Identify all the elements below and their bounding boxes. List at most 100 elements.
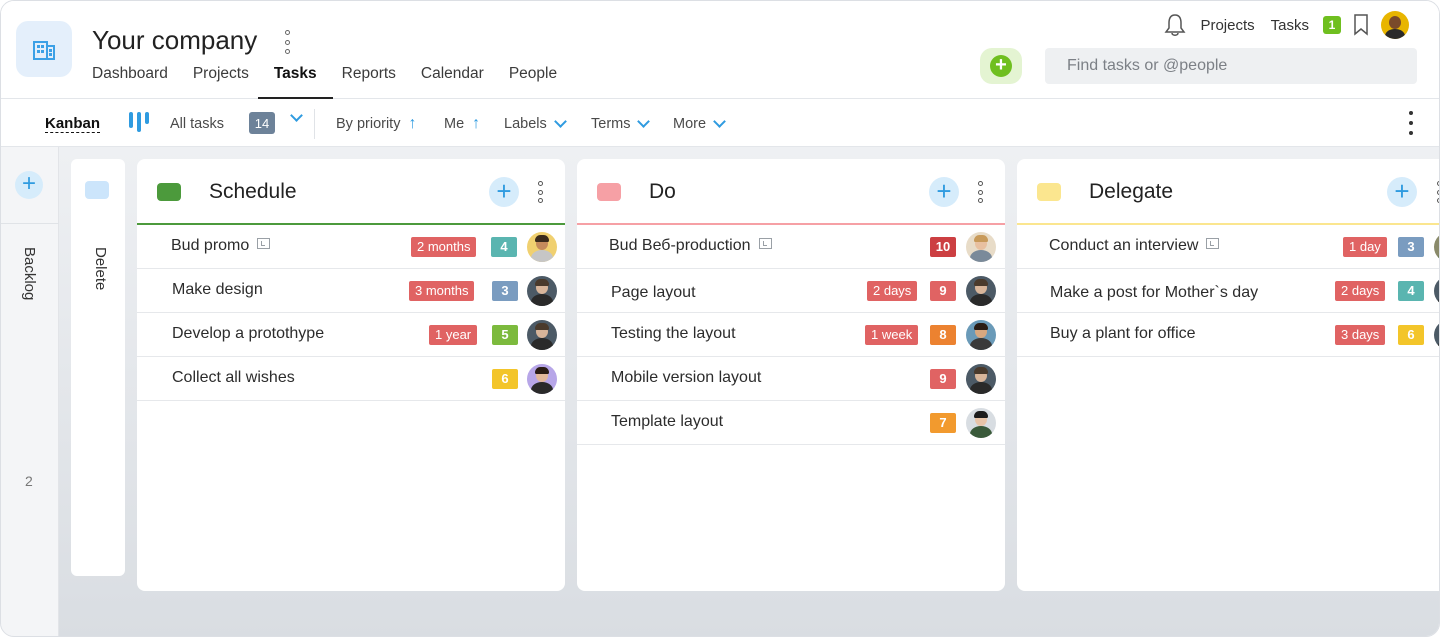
chevron-down-icon <box>290 109 303 122</box>
task-name: Template layout <box>611 413 724 430</box>
tasks-count-badge: 1 <box>1323 16 1341 34</box>
priority-badge: 7 <box>930 413 956 433</box>
avatar[interactable] <box>966 364 996 394</box>
task-row[interactable]: Bud Веб-production 10 <box>577 225 1005 269</box>
term-badge: 1 week <box>865 325 919 345</box>
avatar[interactable] <box>1434 232 1439 262</box>
nav-people[interactable]: People <box>509 63 557 99</box>
toolbar-options-button[interactable] <box>1407 111 1415 135</box>
plus-icon: + <box>990 55 1012 77</box>
nav-reports[interactable]: Reports <box>342 63 396 99</box>
add-task-to-column-button[interactable]: + <box>929 177 959 207</box>
subtasks-icon <box>257 238 271 249</box>
backlog-column[interactable]: + Backlog 2 <box>1 147 59 636</box>
task-name: Develop a protothype <box>172 325 325 342</box>
column-header: Do + <box>577 159 1005 225</box>
task-name: Page layout <box>611 284 696 301</box>
task-row[interactable]: Testing the layout 1 week 8 <box>577 313 1005 357</box>
labels-dropdown[interactable]: Labels <box>504 115 567 132</box>
nav-dashboard[interactable]: Dashboard <box>92 63 168 99</box>
view-switcher[interactable]: Kanban <box>45 116 101 133</box>
toolbar-divider <box>314 109 315 139</box>
chevron-down-icon <box>553 115 567 128</box>
priority-badge: 10 <box>930 237 956 257</box>
add-task-to-column-button[interactable]: + <box>489 177 519 207</box>
task-row[interactable]: Collect all wishes 6 <box>137 357 565 401</box>
column-color-swatch <box>157 183 181 201</box>
add-task-button[interactable]: + <box>980 48 1022 84</box>
tasks-count-dropdown[interactable] <box>283 109 303 122</box>
task-row[interactable]: Buy a plant for office 3 days 6 <box>1017 313 1439 357</box>
sort-by-priority[interactable]: By priority ↑ <box>336 116 416 133</box>
task-row[interactable]: Make a post for Mother`s day 2 days 4 <box>1017 269 1439 313</box>
labels-label: Labels <box>504 116 547 132</box>
task-row[interactable]: Bud promo 2 months 4 <box>137 225 565 269</box>
all-tasks-filter[interactable]: All tasks <box>170 116 224 132</box>
column-title[interactable]: Delegate <box>1089 180 1173 204</box>
avatar[interactable] <box>966 408 996 438</box>
backlog-count: 2 <box>25 473 33 489</box>
task-name: Testing the layout <box>611 325 736 342</box>
term-badge: 3 months <box>409 281 475 301</box>
user-avatar[interactable] <box>1381 11 1409 39</box>
task-row[interactable]: Template layout 7 <box>577 401 1005 445</box>
company-menu-button[interactable] <box>281 30 293 54</box>
column-header: Schedule + <box>137 159 565 225</box>
column-color-swatch <box>1037 183 1061 201</box>
column-title[interactable]: Schedule <box>209 180 297 204</box>
add-backlog-button[interactable]: + <box>15 171 43 199</box>
avatar[interactable] <box>966 232 996 262</box>
nav-calendar[interactable]: Calendar <box>421 63 484 99</box>
chevron-down-icon <box>637 115 651 128</box>
avatar[interactable] <box>527 276 557 306</box>
column-menu-button[interactable] <box>1435 181 1439 203</box>
terms-dropdown[interactable]: Terms <box>591 115 651 132</box>
priority-badge: 3 <box>492 281 518 301</box>
toolbar: Kanban All tasks 14 By priority ↑ Me ↑ Lab… <box>1 99 1439 147</box>
task-name: Collect all wishes <box>172 369 295 386</box>
filter-me[interactable]: Me ↑ <box>444 115 481 133</box>
subtasks-icon <box>1206 238 1220 249</box>
task-name: Bud promo <box>171 237 271 255</box>
column-menu-button[interactable] <box>976 181 984 203</box>
column-menu-button[interactable] <box>536 181 544 203</box>
column-title[interactable]: Do <box>649 180 676 204</box>
avatar[interactable] <box>527 232 557 262</box>
task-row[interactable]: Conduct an interview 1 day 3 <box>1017 225 1439 269</box>
task-row[interactable]: Page layout 2 days 9 <box>577 269 1005 313</box>
priority-badge: 4 <box>491 237 517 257</box>
task-row[interactable]: Develop a protothype 1 year 5 <box>137 313 565 357</box>
nav-projects[interactable]: Projects <box>193 63 249 99</box>
nav-tasks[interactable]: Tasks <box>257 63 333 99</box>
delete-column[interactable]: Delete <box>71 159 125 576</box>
task-row[interactable]: Mobile version layout 9 <box>577 357 1005 401</box>
top-projects-link[interactable]: Projects <box>1200 17 1254 34</box>
bookmark-icon[interactable] <box>1353 14 1369 36</box>
avatar[interactable] <box>1434 320 1439 350</box>
filter-me-label: Me <box>444 116 465 132</box>
kanban-icon[interactable] <box>128 111 150 133</box>
company-logo[interactable] <box>16 21 72 77</box>
avatar[interactable] <box>966 320 996 350</box>
task-row[interactable]: Make design 3 months 3 <box>137 269 565 313</box>
priority-badge: 6 <box>1398 325 1424 345</box>
more-dropdown[interactable]: More <box>673 115 726 132</box>
avatar[interactable] <box>966 276 996 306</box>
column-color-swatch <box>85 181 109 199</box>
task-name: Buy a plant for office <box>1050 325 1196 342</box>
avatar[interactable] <box>527 364 557 394</box>
column-delegate: Delegate + Conduct an interview 1 day 3 … <box>1017 159 1439 591</box>
top-tasks-link[interactable]: Tasks <box>1271 17 1309 34</box>
arrow-up-icon: ↑ <box>472 115 481 132</box>
top-right-bar: Projects Tasks 1 <box>1164 11 1409 39</box>
chevron-down-icon <box>713 115 726 128</box>
bell-icon[interactable] <box>1164 13 1186 37</box>
priority-badge: 6 <box>492 369 518 389</box>
add-task-to-column-button[interactable]: + <box>1387 177 1417 207</box>
kanban-board: + Backlog 2 Delete Schedule + Bud promo … <box>1 147 1439 636</box>
avatar[interactable] <box>1434 276 1439 306</box>
avatar[interactable] <box>527 320 557 350</box>
tasks-count: 14 <box>249 112 275 134</box>
search-input[interactable] <box>1045 48 1417 84</box>
priority-badge: 3 <box>1398 237 1424 257</box>
